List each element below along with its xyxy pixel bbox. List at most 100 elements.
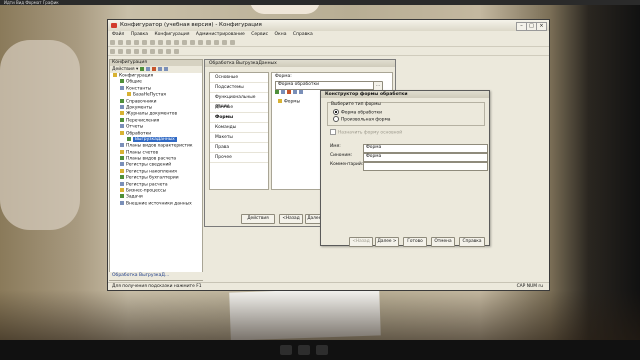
toolbar-1: [108, 39, 549, 47]
tree-item-label: Конфигурация: [119, 73, 154, 79]
edit-icon[interactable]: [145, 66, 150, 71]
menu-help[interactable]: Справка: [293, 32, 313, 37]
tree-item-label: Журналы документов: [126, 111, 178, 117]
open-window-tab[interactable]: Обработка ВыгрузкаД...: [109, 272, 203, 280]
prev-icon[interactable]: [280, 345, 292, 355]
dialog-back-button[interactable]: <Назад: [349, 237, 373, 247]
nav-item[interactable]: Права: [210, 143, 268, 153]
nav-item[interactable]: Подсистемы: [210, 83, 268, 93]
actions-button[interactable]: Действия: [241, 214, 275, 224]
nav-item[interactable]: Макеты: [210, 133, 268, 143]
up-icon[interactable]: [157, 66, 162, 71]
tree-item-label: Отчеты: [126, 124, 144, 130]
main-form-field[interactable]: Форма обработки: [275, 81, 375, 90]
tool-icon[interactable]: [190, 40, 195, 45]
name-input[interactable]: Форма: [363, 144, 488, 153]
find-icon[interactable]: [174, 40, 179, 45]
status-text: Для получения подсказки нажмите F1: [112, 284, 202, 289]
tool-icon[interactable]: [158, 49, 163, 54]
tree-item-label: Задачи: [126, 194, 143, 200]
reports-icon: [120, 124, 124, 129]
synonym-input[interactable]: Форма: [363, 153, 488, 162]
tool-icon[interactable]: [206, 40, 211, 45]
tool-icon[interactable]: [222, 40, 227, 45]
update-icon[interactable]: [118, 49, 123, 54]
processing-window-title[interactable]: Обработка ВыгрузкаДанных: [205, 60, 395, 67]
forms-list-item[interactable]: Формы: [278, 99, 300, 106]
save-icon[interactable]: [126, 40, 131, 45]
radio-icon[interactable]: [333, 109, 339, 115]
menu-administration[interactable]: Администрирование: [196, 32, 245, 37]
config-tree-panel: Конфигурация Действия ▾ Конфигурация Общи…: [109, 59, 203, 281]
stop-icon[interactable]: [142, 49, 147, 54]
dialog-cancel-button[interactable]: Отмена: [431, 237, 455, 247]
play-icon[interactable]: [298, 345, 310, 355]
dialog-finish-button[interactable]: Готово: [403, 237, 427, 247]
actions-button[interactable]: Действия: [112, 67, 135, 72]
delete-icon[interactable]: [151, 66, 156, 71]
back-button[interactable]: <Назад: [279, 214, 303, 224]
run-icon[interactable]: [134, 49, 139, 54]
open-icon[interactable]: [118, 40, 123, 45]
tree-item[interactable]: Внешние источники данных: [110, 200, 202, 207]
nav-item[interactable]: Команды: [210, 123, 268, 133]
window-titlebar[interactable]: Конфигуратор (учебная версия) - Конфигур…: [108, 20, 549, 31]
menu-windows[interactable]: Окна: [275, 32, 287, 37]
tree-item-label: ВыгрузкаДанных: [133, 137, 177, 143]
menu-configuration[interactable]: Конфигурация: [154, 32, 189, 37]
dialog-title[interactable]: Конструктор формы обработки: [321, 91, 489, 98]
tree-item-label: Обработки: [126, 131, 152, 137]
nav-item[interactable]: Функциональные опции: [210, 93, 268, 109]
tree-item-label: Регистры сведений: [126, 162, 172, 168]
new-icon[interactable]: [110, 40, 115, 45]
tree-item-label: Документы: [126, 105, 153, 111]
set-main-form-checkbox[interactable]: Назначить форму основной: [330, 129, 402, 137]
nav-item[interactable]: Данные: [210, 103, 268, 113]
tree-item-label: Константы: [126, 86, 152, 92]
constant-icon: [127, 92, 131, 97]
tree-item-label: Регистры бухгалтерии: [126, 175, 179, 181]
nav-item[interactable]: Прочее: [210, 153, 268, 163]
config-icon[interactable]: [110, 49, 115, 54]
cut-icon[interactable]: [134, 40, 139, 45]
up-icon[interactable]: [293, 90, 297, 94]
dialog-help-button[interactable]: Справка: [459, 237, 485, 247]
radio-custom-form[interactable]: Произвольная форма: [333, 116, 390, 124]
down-icon[interactable]: [163, 66, 168, 71]
redo-icon[interactable]: [166, 40, 171, 45]
delete-icon[interactable]: [287, 90, 291, 94]
forms-toolbar: [275, 90, 305, 97]
tool-icon[interactable]: [198, 40, 203, 45]
config-icon: [113, 73, 117, 77]
tool-icon[interactable]: [166, 49, 171, 54]
menu-service[interactable]: Сервис: [251, 32, 268, 37]
add-icon[interactable]: [139, 66, 144, 71]
paste-icon[interactable]: [150, 40, 155, 45]
processings-icon: [120, 130, 124, 135]
close-icon[interactable]: ×: [536, 22, 547, 31]
checkbox-icon[interactable]: [330, 129, 336, 135]
add-icon[interactable]: [275, 90, 279, 94]
nav-item[interactable]: Основные: [210, 73, 268, 83]
copy-icon[interactable]: [142, 40, 147, 45]
tree-item-label: Регистры расчета: [126, 182, 168, 188]
edit-icon[interactable]: [281, 90, 285, 94]
tool-icon[interactable]: [230, 40, 235, 45]
comment-input[interactable]: [363, 162, 488, 171]
menu-file[interactable]: Файл: [112, 32, 124, 37]
down-icon[interactable]: [299, 90, 303, 94]
zoom-icon[interactable]: [182, 40, 187, 45]
tree-item-label: Планы счетов: [126, 150, 159, 156]
menu-edit[interactable]: Правка: [131, 32, 148, 37]
undo-icon[interactable]: [158, 40, 163, 45]
journals-icon: [120, 111, 124, 116]
menu-bar: Файл Правка Конфигурация Администрирован…: [108, 31, 549, 39]
dialog-next-button[interactable]: Далее >: [375, 237, 399, 247]
next-icon[interactable]: [316, 345, 328, 355]
radio-icon[interactable]: [333, 116, 339, 122]
nav-item[interactable]: Формы: [210, 113, 268, 123]
tool-icon[interactable]: [174, 49, 179, 54]
tool-icon[interactable]: [150, 49, 155, 54]
tool-icon[interactable]: [214, 40, 219, 45]
debug-icon[interactable]: [126, 49, 131, 54]
